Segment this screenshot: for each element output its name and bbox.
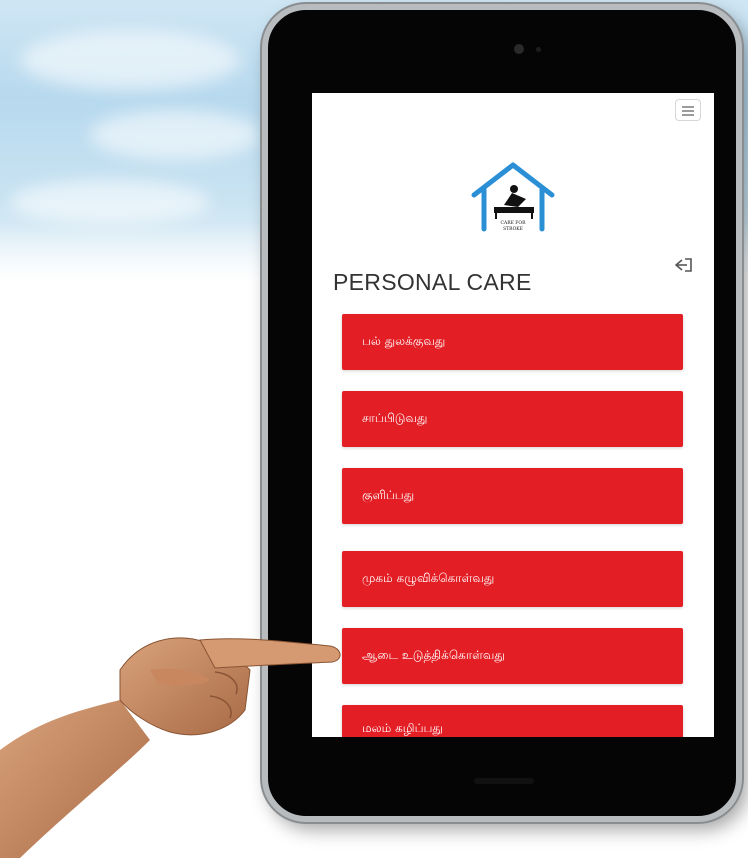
care-item-label: ஆடை உடுத்திக்கொள்வது — [362, 648, 505, 662]
house-caregiver-logo: CARE FOR STROKE — [471, 162, 555, 232]
hamburger-menu-icon — [682, 106, 694, 108]
hamburger-menu-button[interactable] — [675, 99, 701, 121]
logo-text-line2: STROKE — [503, 226, 523, 232]
cloud — [90, 110, 260, 160]
hand-index-finger — [199, 638, 341, 669]
cloud — [10, 180, 210, 225]
app-screen: CARE FOR STROKE PERSONAL CARE பல் துலக்க… — [312, 93, 714, 737]
logo-caregiver-head — [510, 185, 518, 193]
logo-bed — [494, 207, 534, 213]
care-item-toileting[interactable]: மலம் கழிப்பது — [342, 705, 683, 737]
care-item-brushing-teeth[interactable]: பல் துலக்குவது — [342, 314, 683, 370]
sensor-icon — [536, 47, 541, 52]
tablet-home-bar — [474, 778, 534, 784]
pointing-hand-image — [0, 637, 341, 858]
cloud — [20, 30, 240, 90]
care-item-washing-face[interactable]: முகம் கழுவிக்கொள்வது — [342, 551, 683, 607]
logout-icon[interactable] — [674, 256, 696, 274]
hand-arm — [0, 700, 150, 858]
hamburger-menu-icon — [682, 110, 694, 112]
care-item-dressing[interactable]: ஆடை உடுத்திக்கொள்வது — [342, 628, 683, 684]
care-item-label: முகம் கழுவிக்கொள்வது — [362, 571, 495, 585]
care-item-label: சாப்பிடுவது — [362, 411, 428, 425]
hamburger-menu-icon — [682, 114, 694, 116]
logo-caregiver-body — [504, 193, 526, 207]
care-item-label: குளிப்பது — [362, 488, 415, 502]
logo-text-line1: CARE FOR — [501, 220, 527, 226]
care-item-label: மலம் கழிப்பது — [362, 721, 443, 735]
care-item-bathing[interactable]: குளிப்பது — [342, 468, 683, 524]
camera-icon — [514, 44, 524, 54]
page-title: PERSONAL CARE — [333, 269, 532, 295]
care-item-eating[interactable]: சாப்பிடுவது — [342, 391, 683, 447]
care-item-label: பல் துலக்குவது — [362, 334, 446, 348]
